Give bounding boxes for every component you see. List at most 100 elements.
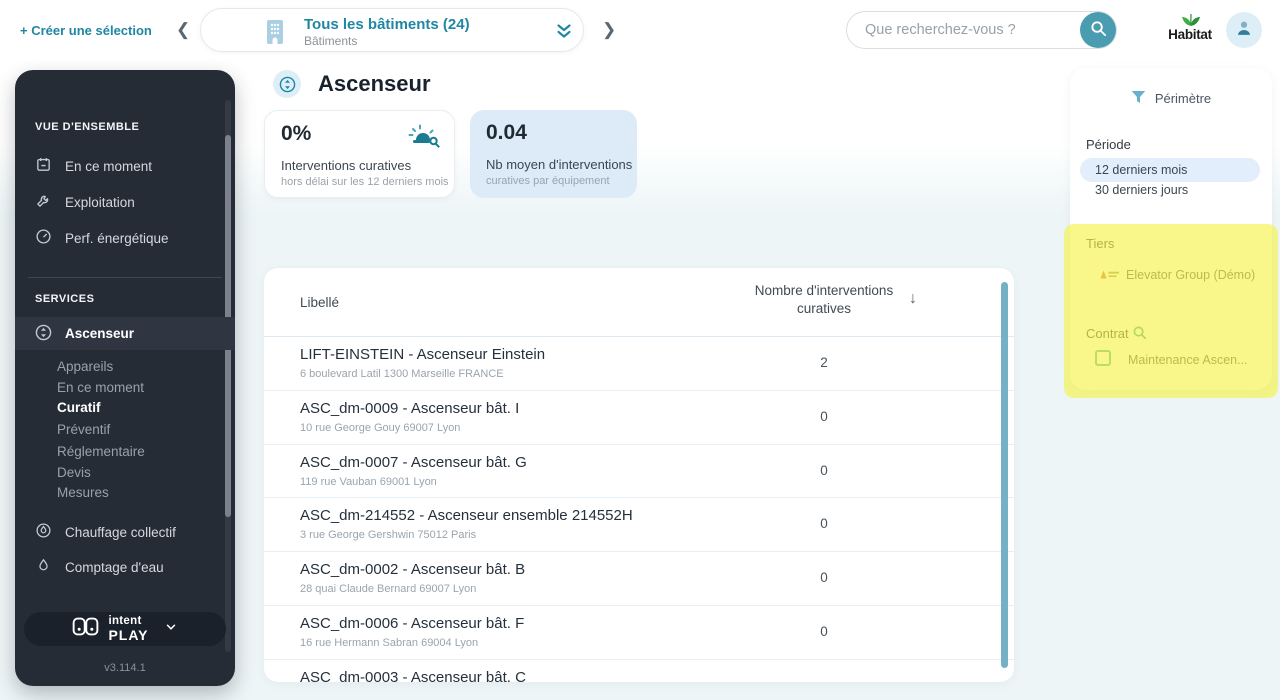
search-icon bbox=[1090, 20, 1107, 40]
selector-title: Tous les bâtiments (24) bbox=[304, 16, 470, 33]
intervention-count: 0 bbox=[820, 516, 828, 532]
page-title: Ascenseur bbox=[318, 71, 431, 96]
table-header: Libellé Nombre d'interventions curatives… bbox=[264, 268, 1014, 337]
elevator-icon bbox=[35, 324, 52, 344]
tools-icon bbox=[35, 192, 52, 212]
interventions-table: Libellé Nombre d'interventions curatives… bbox=[264, 268, 1014, 682]
equipment-address: 28 quai Claude Bernard 69007 Lyon bbox=[300, 583, 477, 596]
equipment-address: 16 rue Hermann Sabran 69004 Lyon bbox=[300, 636, 479, 649]
sidebar-item-label: Ascenseur bbox=[65, 326, 135, 341]
selector-subtitle: Bâtiments bbox=[304, 34, 358, 48]
equipment-title: ASC_dm-214552 - Ascenseur ensemble 21455… bbox=[300, 507, 633, 525]
perimetre-header: Périmètre bbox=[1070, 90, 1272, 107]
sidebar-subitem-reglementaire[interactable]: Réglementaire bbox=[57, 442, 145, 462]
kpi-label: Nb moyen d'interventions bbox=[486, 157, 633, 172]
equipment-title: ASC_dm-0007 - Ascenseur bât. G bbox=[300, 453, 527, 471]
equipment-title: LIFT-EINSTEIN - Ascenseur Einstein bbox=[300, 346, 546, 363]
kpi-interventions-hors-delai: 0% Interventions curatives hors délai su… bbox=[264, 110, 455, 198]
intervention-count: 0 bbox=[820, 570, 828, 586]
building-selector[interactable]: Tous les bâtiments (24) Bâtiments bbox=[200, 8, 584, 52]
filter-panel: Périmètre Période 12 derniers mois 30 de… bbox=[1070, 68, 1272, 390]
contrat-checkbox[interactable] bbox=[1095, 350, 1111, 366]
periode-label: Période bbox=[1086, 137, 1131, 152]
create-selection-link[interactable]: + Créer une sélection bbox=[20, 23, 152, 38]
sidebar-subitem-preventif[interactable]: Préventif bbox=[57, 420, 110, 440]
chevron-down-icon[interactable] bbox=[164, 620, 178, 639]
sidebar-item-label: Chauffage collectif bbox=[65, 524, 176, 540]
sidebar-subitem-devis[interactable]: Devis bbox=[57, 463, 91, 483]
search-input[interactable] bbox=[849, 14, 1077, 46]
table-row[interactable]: ASC_dm-0009 - Ascenseur bât. I 10 rue Ge… bbox=[264, 391, 1014, 445]
sidebar-item-perf-energetique[interactable]: Perf. énergétique bbox=[15, 220, 235, 256]
table-row[interactable]: ASC_dm-0006 - Ascenseur bât. F 16 rue He… bbox=[264, 606, 1014, 660]
sidebar-item-comptage-eau[interactable]: Comptage d'eau bbox=[15, 549, 235, 585]
sidebar-subitem-curatif[interactable]: Curatif bbox=[57, 398, 101, 418]
equipment-title: ASC_dm-0003 - Ascenseur bât. C bbox=[300, 668, 526, 682]
table-scrollbar-thumb[interactable] bbox=[1001, 282, 1008, 668]
equipment-address: 6 boulevard Latil 1300 Marseille FRANCE bbox=[300, 368, 504, 380]
funnel-icon bbox=[1131, 90, 1146, 107]
equipment-title: ASC_dm-0002 - Ascenseur bât. B bbox=[300, 561, 526, 579]
kpi-sublabel: hors délai sur les 12 derniers mois bbox=[281, 176, 449, 188]
sidebar-subitem-en-ce-moment[interactable]: En ce moment bbox=[57, 378, 144, 398]
equipment-address: 10 rue George Gouy 69007 Lyon bbox=[300, 421, 461, 434]
intervention-count: 0 bbox=[820, 623, 828, 639]
search-bar bbox=[846, 11, 1117, 49]
intent-play-logo-icon bbox=[72, 617, 99, 641]
sidebar-subitem-mesures[interactable]: Mesures bbox=[57, 483, 109, 503]
play-label: PLAY bbox=[108, 627, 149, 644]
siren-wrench-icon bbox=[405, 121, 441, 154]
kpi-sublabel: curatives par équipement bbox=[486, 175, 610, 187]
app-version: v3.114.1 bbox=[104, 662, 146, 674]
calendar-icon bbox=[35, 156, 52, 176]
tiers-value[interactable]: Elevator Group (Démo) bbox=[1126, 268, 1255, 282]
double-chevron-down-icon[interactable] bbox=[553, 20, 575, 47]
sidebar-item-exploitation[interactable]: Exploitation bbox=[15, 184, 235, 220]
chevron-right-icon[interactable]: ❯ bbox=[602, 21, 616, 38]
equipment-address: 119 rue Vauban 69001 Lyon bbox=[300, 475, 437, 488]
kpi-nb-moyen-interventions: 0.04 Nb moyen d'interventions curatives … bbox=[470, 110, 637, 198]
table-row[interactable]: ASC_dm-0007 - Ascenseur bât. G 119 rue V… bbox=[264, 445, 1014, 499]
sidebar-item-label: En ce moment bbox=[65, 158, 153, 174]
table-row[interactable]: ASC_dm-214552 - Ascenseur ensemble 21455… bbox=[264, 498, 1014, 553]
flame-icon bbox=[35, 522, 52, 542]
water-drop-icon bbox=[35, 557, 52, 577]
contrat-option[interactable]: Maintenance Ascen... bbox=[1128, 353, 1248, 367]
sidebar-item-chauffage-collectif[interactable]: Chauffage collectif bbox=[15, 514, 235, 550]
ascenseur-title-icon bbox=[273, 70, 301, 98]
intent-label: intent bbox=[108, 614, 142, 627]
sidebar-item-label: Comptage d'eau bbox=[65, 559, 164, 575]
table-row-partial[interactable]: ASC_dm-0003 - Ascenseur bât. C bbox=[264, 660, 1014, 682]
person-icon bbox=[1233, 17, 1255, 44]
intervention-count: 0 bbox=[820, 462, 828, 478]
search-button[interactable] bbox=[1080, 12, 1116, 48]
sort-descending-icon[interactable]: ↓ bbox=[909, 290, 917, 308]
chevron-left-icon[interactable]: ❮ bbox=[176, 21, 190, 38]
table-row[interactable]: ASC_dm-0002 - Ascenseur bât. B 28 quai C… bbox=[264, 552, 1014, 606]
sidebar-subitem-appareils[interactable]: Appareils bbox=[57, 357, 113, 377]
intent-play-button[interactable]: intent PLAY bbox=[24, 612, 226, 646]
section-overview-label: VUE D'ENSEMBLE bbox=[35, 121, 140, 133]
gauge-icon bbox=[35, 228, 52, 248]
periode-option-12-mois[interactable]: 12 derniers mois bbox=[1080, 158, 1260, 182]
habitat-leaf-icon bbox=[1179, 12, 1203, 31]
periode-option-30-jours[interactable]: 30 derniers jours bbox=[1095, 183, 1188, 197]
equipment-title: ASC_dm-0009 - Ascenseur bât. I bbox=[300, 399, 520, 417]
intervention-count: 0 bbox=[820, 408, 828, 424]
equipment-address: 3 rue George Gershwin 75012 Paris bbox=[300, 529, 477, 542]
column-nombre-interventions[interactable]: Nombre d'interventions curatives bbox=[734, 282, 914, 317]
elevator-group-logo bbox=[1096, 268, 1121, 286]
table-row[interactable]: LIFT-EINSTEIN - Ascenseur Einstein 6 bou… bbox=[264, 337, 1014, 391]
tiers-label: Tiers bbox=[1086, 236, 1115, 251]
sidebar-item-ascenseur[interactable]: Ascenseur bbox=[15, 317, 235, 350]
sidebar-item-label: Perf. énergétique bbox=[65, 230, 169, 246]
contrat-label: Contrat bbox=[1086, 326, 1129, 341]
user-avatar[interactable] bbox=[1226, 12, 1262, 48]
equipment-title: ASC_dm-0006 - Ascenseur bât. F bbox=[300, 614, 525, 632]
sidebar-divider bbox=[28, 277, 222, 278]
sidebar-item-label: Exploitation bbox=[65, 194, 135, 210]
contrat-search-icon[interactable] bbox=[1132, 325, 1147, 345]
column-libelle: Libellé bbox=[300, 295, 340, 310]
building-icon bbox=[262, 18, 288, 49]
sidebar-item-en-ce-moment[interactable]: En ce moment bbox=[15, 148, 235, 184]
